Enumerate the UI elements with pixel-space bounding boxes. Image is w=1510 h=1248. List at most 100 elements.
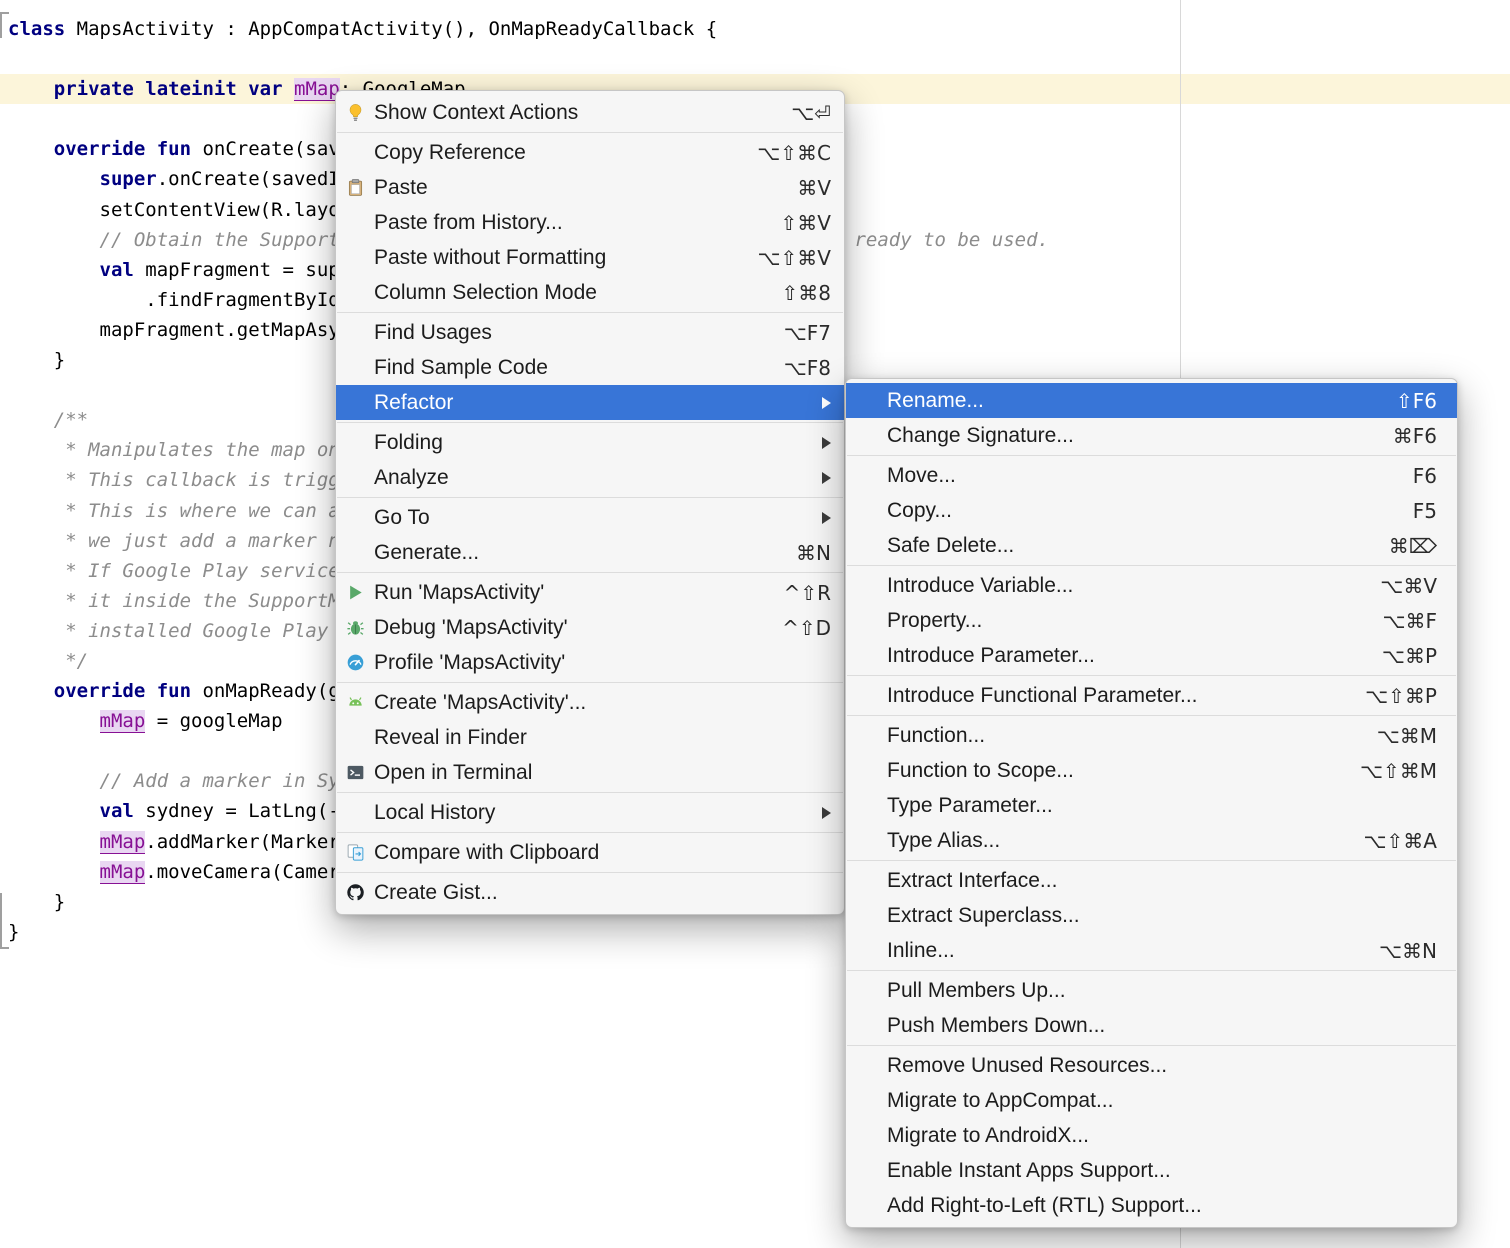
code-line[interactable]: class MapsActivity : AppCompatActivity()… [0,14,1510,44]
menu-item-go-to[interactable]: Go To [336,500,844,535]
icon-placeholder [346,248,374,268]
menu-item-local-history[interactable]: Local History [336,795,844,830]
menu-item-enable-instant-apps-support[interactable]: Enable Instant Apps Support... [846,1153,1457,1188]
menu-item-refactor[interactable]: Refactor [336,385,844,420]
menu-item-label: Function... [887,724,1353,748]
code-token: super [100,168,157,190]
menu-item-label: Add Right-to-Left (RTL) Support... [887,1194,1437,1218]
menu-item-shortcut: ⌥F7 [784,321,831,345]
menu-item-label: Run 'MapsActivity' [374,581,760,605]
menu-item-find-sample-code[interactable]: Find Sample Code⌥F8 [336,350,844,385]
menu-item-copy[interactable]: Copy...F5 [846,493,1457,528]
menu-item-shortcut: ⌥⌘F [1382,609,1437,633]
menu-item-inline[interactable]: Inline...⌥⌘N [846,933,1457,968]
menu-item-introduce-variable[interactable]: Introduce Variable...⌥⌘V [846,568,1457,603]
menu-item-introduce-parameter[interactable]: Introduce Parameter...⌥⌘P [846,638,1457,673]
menu-item-migrate-to-appcompat[interactable]: Migrate to AppCompat... [846,1083,1457,1118]
menu-item-label: Column Selection Mode [374,281,758,305]
menu-item-find-usages[interactable]: Find Usages⌥F7 [336,315,844,350]
menu-item-migrate-to-androidx[interactable]: Migrate to AndroidX... [846,1118,1457,1153]
menu-item-push-members-down[interactable]: Push Members Down... [846,1008,1457,1043]
android-icon [346,693,374,713]
code-token: /** [54,409,88,431]
code-token [8,469,65,491]
menu-separator [337,792,843,793]
lightbulb-icon [346,103,374,123]
code-token [8,650,65,672]
code-token: override fun [54,138,191,160]
menu-item-label: Copy... [887,499,1389,523]
menu-item-shortcut: ⌥F8 [784,356,831,380]
menu-separator [337,422,843,423]
menu-item-shortcut: ⌥⇧⌘V [758,246,832,270]
code-line[interactable] [0,44,1510,74]
menu-separator [337,572,843,573]
menu-item-analyze[interactable]: Analyze [336,460,844,495]
menu-item-folding[interactable]: Folding [336,425,844,460]
menu-item-open-in-terminal[interactable]: Open in Terminal [336,755,844,790]
code-token: } [8,921,19,943]
menu-item-label: Property... [887,609,1358,633]
code-token [8,800,100,822]
github-icon [346,883,374,903]
menu-item-label: Show Context Actions [374,101,767,125]
profile-icon [346,653,374,673]
menu-item-paste-from-history[interactable]: Paste from History...⇧⌘V [336,205,844,240]
menu-item-property[interactable]: Property... ⌥⌘F [846,603,1457,638]
menu-item-pull-members-up[interactable]: Pull Members Up... [846,973,1457,1008]
menu-item-add-right-to-left-rtl-support[interactable]: Add Right-to-Left (RTL) Support... [846,1188,1457,1223]
menu-item-change-signature[interactable]: Change Signature...⌘F6 [846,418,1457,453]
submenu-arrow-icon [822,397,831,409]
menu-item-paste[interactable]: Paste⌘V [336,170,844,205]
menu-item-label: Pull Members Up... [887,979,1437,1003]
menu-item-profile-mapsactivity[interactable]: Profile 'MapsActivity' [336,645,844,680]
code-token: val [100,259,134,281]
menu-item-shortcut: ⌘V [797,176,831,200]
icon-placeholder [346,143,374,163]
menu-item-show-context-actions[interactable]: Show Context Actions⌥⏎ [336,95,844,130]
menu-item-move[interactable]: Move...F6 [846,458,1457,493]
menu-separator [847,675,1456,676]
icon-placeholder [346,323,374,343]
menu-item-safe-delete[interactable]: Safe Delete...⌘⌦ [846,528,1457,563]
menu-item-function-to-scope[interactable]: Function to Scope...⌥⇧⌘M [846,753,1457,788]
menu-item-shortcut: ⌥⌘V [1380,574,1437,598]
menu-item-type-parameter[interactable]: Type Parameter... [846,788,1457,823]
menu-item-column-selection-mode[interactable]: Column Selection Mode⇧⌘8 [336,275,844,310]
menu-item-reveal-in-finder[interactable]: Reveal in Finder [336,720,844,755]
menu-separator [337,872,843,873]
menu-item-rename[interactable]: Rename...⇧F6 [846,383,1457,418]
menu-item-run-mapsactivity[interactable]: Run 'MapsActivity'^⇧R [336,575,844,610]
menu-item-introduce-functional-parameter[interactable]: Introduce Functional Parameter...⌥⇧⌘P [846,678,1457,713]
menu-item-paste-without-formatting[interactable]: Paste without Formatting⌥⇧⌘V [336,240,844,275]
icon-placeholder [346,508,374,528]
menu-item-type-alias[interactable]: Type Alias...⌥⇧⌘A [846,823,1457,858]
code-token: class [8,18,65,40]
refactor-submenu: Rename...⇧F6Change Signature...⌘F6 Move..… [845,378,1458,1228]
mmap-symbol-highlight: mMap [100,710,146,733]
menu-item-create-mapsactivity[interactable]: Create 'MapsActivity'... [336,685,844,720]
menu-item-shortcut: ⌥⌘N [1379,939,1437,963]
code-token [8,680,54,702]
menu-item-label: Copy Reference [374,141,733,165]
menu-item-shortcut: ⌘F6 [1393,424,1437,448]
icon-placeholder [346,728,374,748]
menu-item-create-gist[interactable]: Create Gist... [336,875,844,910]
menu-item-copy-reference[interactable]: Copy Reference⌥⇧⌘C [336,135,844,170]
menu-item-debug-mapsactivity[interactable]: Debug 'MapsActivity'^⇧D [336,610,844,645]
menu-item-remove-unused-resources[interactable]: Remove Unused Resources... [846,1048,1457,1083]
code-token [283,78,294,100]
icon-placeholder [346,283,374,303]
menu-separator [847,565,1456,566]
menu-item-label: Rename... [887,389,1372,413]
menu-item-extract-interface[interactable]: Extract Interface... [846,863,1457,898]
mmap-symbol-highlight: mMap [294,78,340,101]
menu-item-compare-with-clipboard[interactable]: Compare with Clipboard [336,835,844,870]
menu-item-function[interactable]: Function...⌥⌘M [846,718,1457,753]
code-token: private lateinit var [54,78,283,100]
code-token [8,138,54,160]
menu-item-label: Folding [374,431,808,455]
icon-placeholder [346,358,374,378]
menu-item-generate[interactable]: Generate...⌘N [336,535,844,570]
menu-item-extract-superclass[interactable]: Extract Superclass... [846,898,1457,933]
